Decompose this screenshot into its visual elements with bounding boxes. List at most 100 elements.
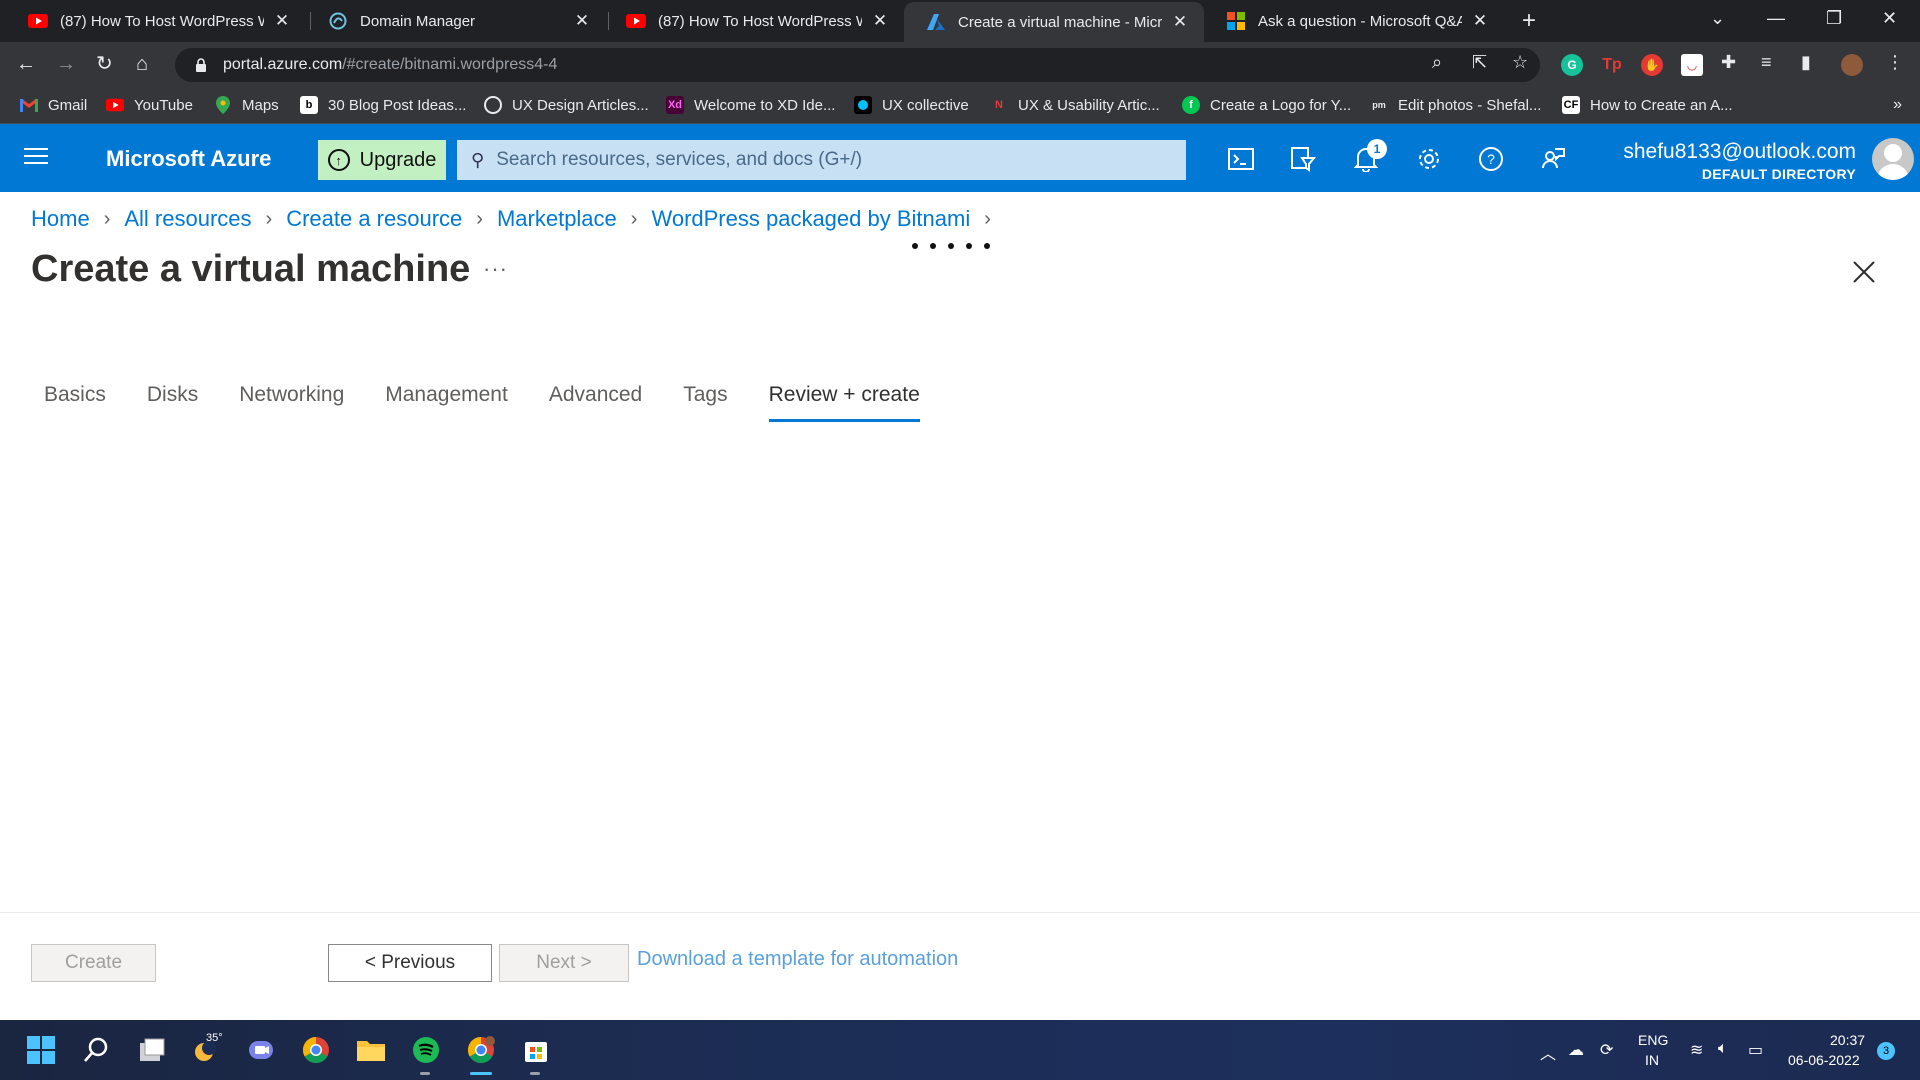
previous-button[interactable]: < Previous — [328, 944, 492, 982]
address-bar[interactable]: portal.azure.com/#create/bitnami.wordpre… — [175, 48, 1540, 82]
upgrade-arrow-icon: ↑ — [327, 149, 350, 171]
browser-tab-active[interactable]: Create a virtual machine - Micros ✕ — [904, 2, 1204, 42]
home-icon[interactable]: ⌂ — [136, 52, 148, 76]
portal-menu-icon[interactable] — [24, 148, 48, 166]
profile-avatar-icon[interactable] — [1841, 54, 1863, 76]
next-button[interactable]: Next > — [499, 944, 629, 982]
reading-list-icon[interactable]: ≡ — [1761, 52, 1772, 73]
task-view-icon[interactable] — [136, 1034, 168, 1066]
minimize-icon[interactable]: — — [1767, 8, 1785, 29]
bookmark-item[interactable]: YouTube — [106, 96, 193, 114]
breadcrumb-create-resource[interactable]: Create a resource — [286, 206, 462, 232]
chrome-profile-icon[interactable] — [465, 1034, 497, 1066]
breadcrumb-marketplace[interactable]: Marketplace — [497, 206, 617, 232]
bookmark-item[interactable]: N UX & Usability Artic... — [990, 96, 1160, 114]
microsoft-store-icon[interactable] — [520, 1034, 552, 1066]
maps-icon — [214, 96, 232, 114]
user-email[interactable]: shefu8133@outlook.com — [1623, 140, 1856, 164]
help-icon[interactable]: ? — [1474, 142, 1508, 176]
restore-icon[interactable]: ❐ — [1826, 8, 1842, 29]
bookmark-item[interactable]: f Create a Logo for Y... — [1182, 96, 1351, 114]
adblock-icon[interactable]: ✋ — [1641, 54, 1663, 76]
settings-gear-icon[interactable] — [1412, 142, 1446, 176]
file-explorer-icon[interactable] — [355, 1034, 387, 1066]
tray-chevron-icon[interactable]: ︿ — [1540, 1040, 1556, 1064]
tab-review-create[interactable]: Review + create — [768, 383, 920, 422]
cloud-shell-icon[interactable] — [1224, 142, 1258, 176]
tab-disks[interactable]: Disks — [147, 383, 198, 422]
browser-tab[interactable]: (87) How To Host WordPress Wel ✕ — [6, 0, 306, 42]
more-actions-icon[interactable]: ··· — [483, 256, 508, 282]
search-icon[interactable] — [80, 1034, 112, 1066]
close-tab-icon[interactable]: ✕ — [870, 11, 890, 31]
bookmark-item[interactable]: pm Edit photos - Shefal... — [1370, 96, 1541, 114]
download-template-link[interactable]: Download a template for automation — [637, 948, 958, 971]
directory-filter-icon[interactable] — [1286, 142, 1320, 176]
close-tab-icon[interactable]: ✕ — [272, 11, 292, 31]
bookmark-item[interactable]: b 30 Blog Post Ideas... — [300, 96, 466, 114]
feedback-icon[interactable] — [1536, 142, 1570, 176]
tab-basics[interactable]: Basics — [44, 383, 106, 422]
bookmark-item[interactable]: CF How to Create an A... — [1562, 96, 1733, 114]
pocket-icon[interactable]: ◡ — [1681, 54, 1703, 76]
tab-search-chevron-icon[interactable]: ⌄ — [1710, 8, 1725, 29]
avatar[interactable] — [1872, 138, 1914, 180]
breadcrumb-home[interactable]: Home — [31, 206, 90, 232]
tab-networking[interactable]: Networking — [239, 383, 344, 422]
tab-tags[interactable]: Tags — [683, 383, 727, 422]
bookmark-label: UX collective — [882, 96, 969, 114]
bookmark-item[interactable]: Gmail — [20, 96, 87, 114]
clock-time[interactable]: 20:37 — [1830, 1032, 1865, 1048]
azure-search-input[interactable]: ⚲ Search resources, services, and docs (… — [457, 140, 1186, 180]
bookmark-item[interactable]: Maps — [214, 96, 279, 114]
bookmark-label: Maps — [242, 96, 279, 114]
tab-advanced[interactable]: Advanced — [549, 383, 642, 422]
side-panel-icon[interactable]: ▮ — [1801, 52, 1811, 73]
breadcrumb-wordpress[interactable]: WordPress packaged by Bitnami — [651, 206, 970, 232]
teams-chat-icon[interactable] — [245, 1034, 277, 1066]
sync-icon[interactable]: ⟳ — [1600, 1040, 1613, 1060]
onedrive-icon[interactable]: ☁ — [1568, 1040, 1584, 1060]
volume-icon[interactable]: 🔈︎ — [1718, 1040, 1728, 1058]
input-region[interactable]: IN — [1645, 1052, 1659, 1068]
browser-tab[interactable]: Domain Manager ✕ — [306, 0, 606, 42]
close-tab-icon[interactable]: ✕ — [572, 11, 592, 31]
clock-date[interactable]: 06-06-2022 — [1788, 1052, 1860, 1068]
notification-center-badge[interactable]: 3 — [1877, 1042, 1895, 1060]
close-tab-icon[interactable]: ✕ — [1170, 12, 1190, 32]
close-tab-icon[interactable]: ✕ — [1470, 11, 1490, 31]
browser-tab[interactable]: (87) How To Host WordPress Wel ✕ — [604, 0, 904, 42]
windows-taskbar: 35° ︿ ☁ ⟳ ENG IN ≋ 🔈︎ ▭ 20:37 06-06-2022… — [0, 1020, 1920, 1080]
battery-icon[interactable]: ▭ — [1748, 1040, 1763, 1060]
upgrade-button[interactable]: ↑ Upgrade — [318, 140, 446, 180]
zoom-icon[interactable]: ⌕ — [1432, 52, 1442, 73]
close-window-icon[interactable]: ✕ — [1882, 8, 1897, 29]
reload-icon[interactable]: ↻ — [96, 52, 113, 76]
windows-start-icon[interactable] — [25, 1034, 57, 1066]
create-button[interactable]: Create — [31, 944, 156, 982]
browser-tab-strip: (87) How To Host WordPress Wel ✕ Domain … — [0, 0, 1920, 42]
spotify-icon[interactable] — [410, 1034, 442, 1066]
bookmark-item[interactable]: UX Design Articles... — [484, 96, 649, 114]
bookmark-item[interactable]: UX collective — [854, 96, 969, 114]
new-tab-icon[interactable]: + — [1522, 8, 1536, 34]
breadcrumb-all-resources[interactable]: All resources — [124, 206, 251, 232]
photo-icon: pm — [1372, 100, 1386, 110]
close-icon[interactable] — [1850, 258, 1878, 286]
more-bookmarks-icon[interactable]: » — [1893, 96, 1902, 114]
azure-brand[interactable]: Microsoft Azure — [106, 146, 271, 172]
browser-tab[interactable]: Ask a question - Microsoft Q&A ✕ — [1204, 0, 1504, 42]
grammarly-icon[interactable]: G — [1561, 54, 1583, 76]
extensions-puzzle-icon[interactable]: ✚ — [1721, 52, 1736, 73]
share-icon[interactable]: ⇱ — [1472, 52, 1487, 73]
input-language[interactable]: ENG — [1638, 1032, 1668, 1048]
bookmark-item[interactable]: Xd Welcome to XD Ide... — [666, 96, 835, 114]
tab-management[interactable]: Management — [385, 383, 508, 422]
tp-extension-icon[interactable]: Tp — [1601, 54, 1623, 76]
browser-menu-icon[interactable]: ⋮ — [1886, 52, 1904, 73]
forward-arrow-icon[interactable]: → — [56, 52, 76, 76]
back-arrow-icon[interactable]: ← — [16, 52, 36, 76]
bookmark-star-icon[interactable]: ☆ — [1512, 52, 1528, 73]
chrome-icon[interactable] — [300, 1034, 332, 1066]
wifi-icon[interactable]: ≋ — [1690, 1040, 1703, 1060]
